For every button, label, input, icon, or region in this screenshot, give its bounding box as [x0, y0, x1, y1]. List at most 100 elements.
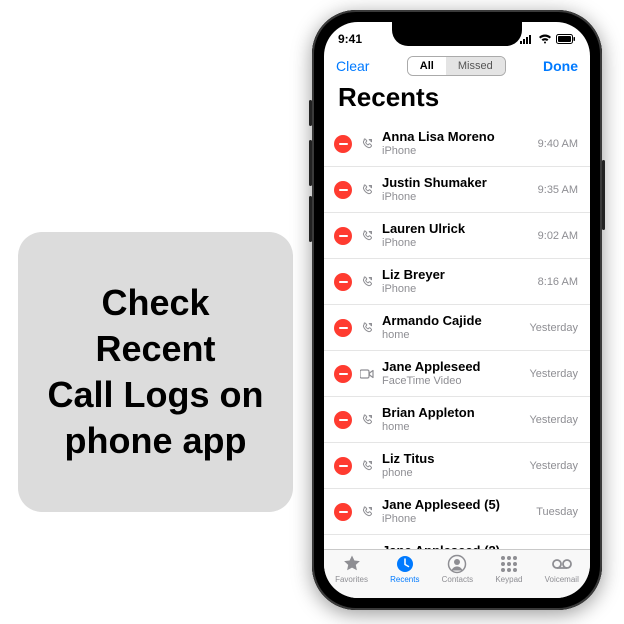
- call-row[interactable]: Brian Appletonhome Yesterday: [324, 397, 590, 443]
- battery-icon: [556, 34, 576, 44]
- phone-outgoing-icon: [360, 276, 374, 288]
- call-time: Yesterday: [529, 322, 578, 334]
- tab-recents[interactable]: Recents: [390, 554, 419, 584]
- screen: 9:41 Clear All Missed Done Recents: [324, 22, 590, 598]
- filter-all[interactable]: All: [408, 57, 446, 75]
- signal-icon: [520, 34, 534, 44]
- tab-voicemail[interactable]: Voicemail: [545, 554, 579, 584]
- call-time: 9:02 AM: [538, 230, 578, 242]
- delete-icon[interactable]: [334, 411, 352, 429]
- call-info: Anna Lisa MorenoiPhone: [382, 130, 526, 158]
- tab-favorites[interactable]: Favorites: [335, 554, 368, 584]
- done-button[interactable]: Done: [543, 58, 578, 74]
- volume-down: [309, 196, 312, 242]
- call-info: Jane AppleseedFaceTime Video: [382, 360, 517, 388]
- caller-name: Justin Shumaker: [382, 176, 526, 191]
- tab-contacts[interactable]: Contacts: [442, 554, 474, 584]
- call-row[interactable]: Lauren UlrickiPhone 9:02 AM: [324, 213, 590, 259]
- delete-icon[interactable]: [334, 135, 352, 153]
- call-row[interactable]: Liz BreyeriPhone 8:16 AM: [324, 259, 590, 305]
- caller-name: Brian Appleton: [382, 406, 517, 421]
- call-time: 9:35 AM: [538, 184, 578, 196]
- delete-icon[interactable]: [334, 227, 352, 245]
- call-source: FaceTime Video: [382, 375, 517, 388]
- voicemail-icon: [551, 554, 573, 574]
- tab-label: Voicemail: [545, 575, 579, 584]
- delete-icon[interactable]: [334, 365, 352, 383]
- delete-icon[interactable]: [334, 273, 352, 291]
- iphone-frame: 9:41 Clear All Missed Done Recents: [312, 10, 602, 610]
- tab-bar: Favorites Recents Contacts Keypad Voicemail: [324, 549, 590, 598]
- call-info: Liz BreyeriPhone: [382, 268, 526, 296]
- keypad-icon: [499, 554, 519, 574]
- delete-icon[interactable]: [334, 457, 352, 475]
- tab-keypad[interactable]: Keypad: [495, 554, 522, 584]
- phone-outgoing-icon: [360, 184, 374, 196]
- tab-label: Keypad: [495, 575, 522, 584]
- page-title: Recents: [324, 80, 590, 121]
- call-row[interactable]: Justin ShumakeriPhone 9:35 AM: [324, 167, 590, 213]
- recents-list[interactable]: Anna Lisa MorenoiPhone9:40 AMJustin Shum…: [324, 121, 590, 549]
- power-button: [602, 160, 605, 230]
- clear-button[interactable]: Clear: [336, 58, 369, 74]
- instruction-text: Check Recent Call Logs on phone app: [48, 280, 264, 464]
- star-icon: [342, 554, 362, 574]
- caller-name: Anna Lisa Moreno: [382, 130, 526, 145]
- caller-name: Jane Appleseed (5): [382, 498, 524, 513]
- phone-outgoing-icon: [360, 460, 374, 472]
- call-time: Tuesday: [536, 506, 578, 518]
- call-info: Justin ShumakeriPhone: [382, 176, 526, 204]
- call-source: home: [382, 421, 517, 434]
- notch: [392, 22, 522, 46]
- contact-icon: [447, 554, 467, 574]
- call-time: Yesterday: [529, 460, 578, 472]
- call-source: iPhone: [382, 237, 526, 250]
- call-row[interactable]: Jane Appleseed (2)FaceTime VideoTuesday: [324, 535, 590, 549]
- phone-outgoing-icon: [360, 506, 374, 518]
- filter-missed[interactable]: Missed: [446, 57, 505, 75]
- delete-icon[interactable]: [334, 181, 352, 199]
- call-row[interactable]: Armando Cajidehome Yesterday: [324, 305, 590, 351]
- caller-name: Armando Cajide: [382, 314, 517, 329]
- call-row[interactable]: Liz Titusphone Yesterday: [324, 443, 590, 489]
- caller-name: Jane Appleseed: [382, 360, 517, 375]
- volume-up: [309, 140, 312, 186]
- filter-segmented-control[interactable]: All Missed: [407, 56, 506, 76]
- call-source: phone: [382, 467, 517, 480]
- caller-name: Lauren Ulrick: [382, 222, 526, 237]
- call-source: iPhone: [382, 283, 526, 296]
- call-time: Yesterday: [529, 368, 578, 380]
- clock-icon: [395, 554, 415, 574]
- mute-switch: [309, 100, 312, 126]
- call-row[interactable]: Anna Lisa MorenoiPhone 9:40 AM: [324, 121, 590, 167]
- call-source: iPhone: [382, 145, 526, 158]
- nav-bar: Clear All Missed Done: [324, 50, 590, 80]
- status-time: 9:41: [338, 32, 362, 46]
- phone-outgoing-icon: [360, 322, 374, 334]
- call-info: Brian Appletonhome: [382, 406, 517, 434]
- instruction-banner: Check Recent Call Logs on phone app: [18, 232, 293, 512]
- call-source: iPhone: [382, 513, 524, 526]
- delete-icon[interactable]: [334, 319, 352, 337]
- call-row[interactable]: Jane AppleseedFaceTime Video Yesterday: [324, 351, 590, 397]
- delete-icon[interactable]: [334, 503, 352, 521]
- call-source: iPhone: [382, 191, 526, 204]
- phone-outgoing-icon: [360, 230, 374, 242]
- phone-outgoing-icon: [360, 414, 374, 426]
- call-info: Lauren UlrickiPhone: [382, 222, 526, 250]
- caller-name: Liz Breyer: [382, 268, 526, 283]
- call-info: Liz Titusphone: [382, 452, 517, 480]
- call-info: Armando Cajidehome: [382, 314, 517, 342]
- tab-label: Contacts: [442, 575, 474, 584]
- call-time: 9:40 AM: [538, 138, 578, 150]
- wifi-icon: [538, 34, 552, 44]
- call-time: Yesterday: [529, 414, 578, 426]
- call-info: Jane Appleseed (5)iPhone: [382, 498, 524, 526]
- call-time: 8:16 AM: [538, 276, 578, 288]
- call-row[interactable]: Jane Appleseed (5)iPhone Tuesday: [324, 489, 590, 535]
- tab-label: Recents: [390, 575, 419, 584]
- call-source: home: [382, 329, 517, 342]
- tab-label: Favorites: [335, 575, 368, 584]
- video-icon: [360, 369, 374, 379]
- caller-name: Liz Titus: [382, 452, 517, 467]
